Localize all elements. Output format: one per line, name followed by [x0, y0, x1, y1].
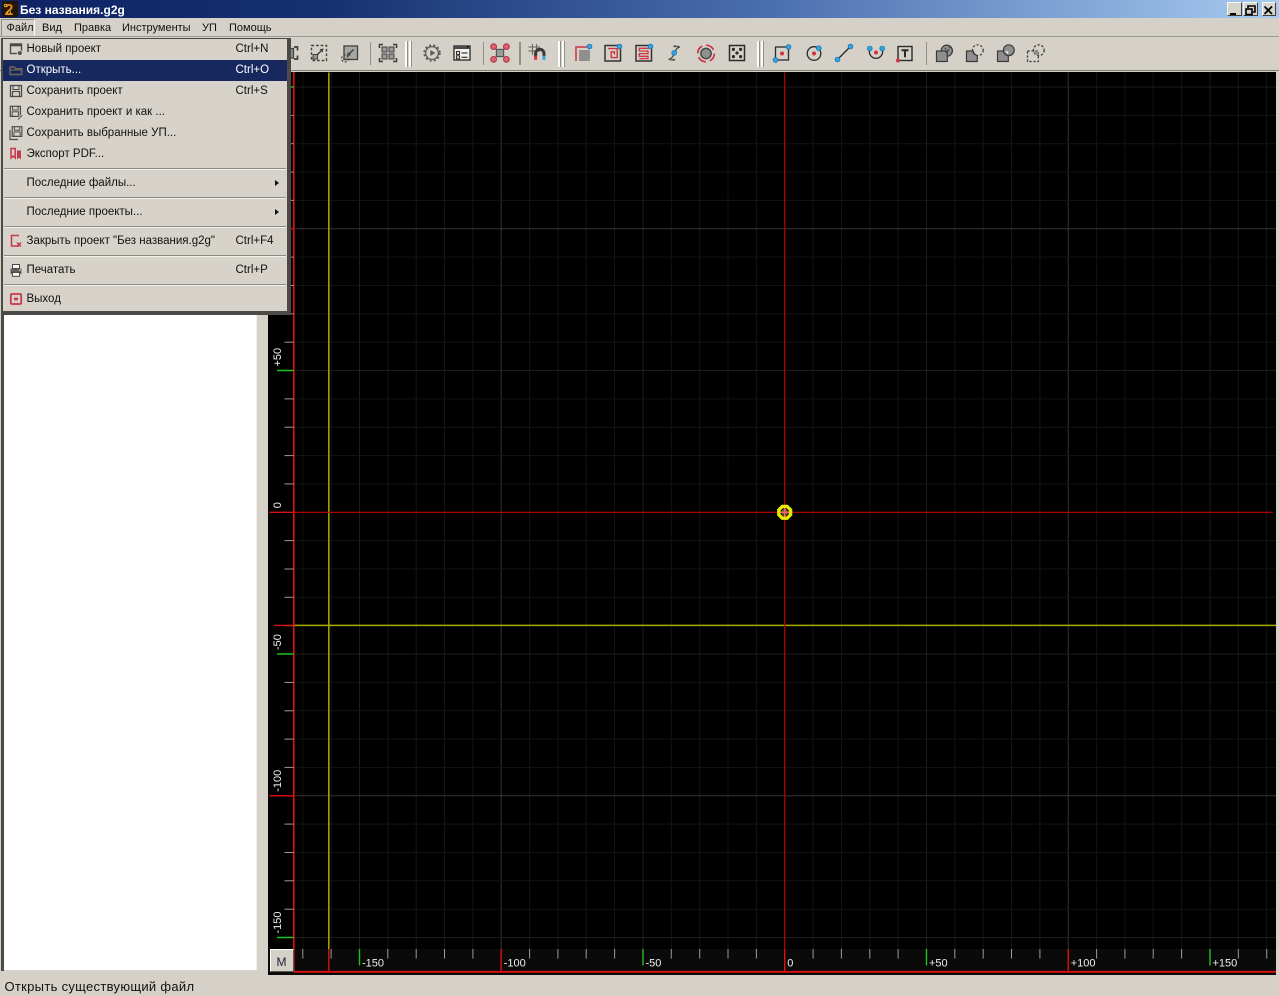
- svg-text:-50: -50: [272, 634, 284, 650]
- svg-text:-100: -100: [272, 770, 284, 792]
- svg-text:-100: -100: [504, 958, 526, 970]
- svg-text:+50: +50: [272, 348, 284, 367]
- svg-text:+100: +100: [1071, 958, 1096, 970]
- svg-text:-150: -150: [362, 958, 384, 970]
- svg-text:+150: +150: [1213, 958, 1238, 970]
- svg-text:0: 0: [787, 958, 793, 970]
- svg-text:-150: -150: [272, 911, 284, 933]
- svg-text:+50: +50: [929, 958, 948, 970]
- svg-text:0: 0: [272, 502, 284, 508]
- svg-text:-50: -50: [646, 958, 662, 970]
